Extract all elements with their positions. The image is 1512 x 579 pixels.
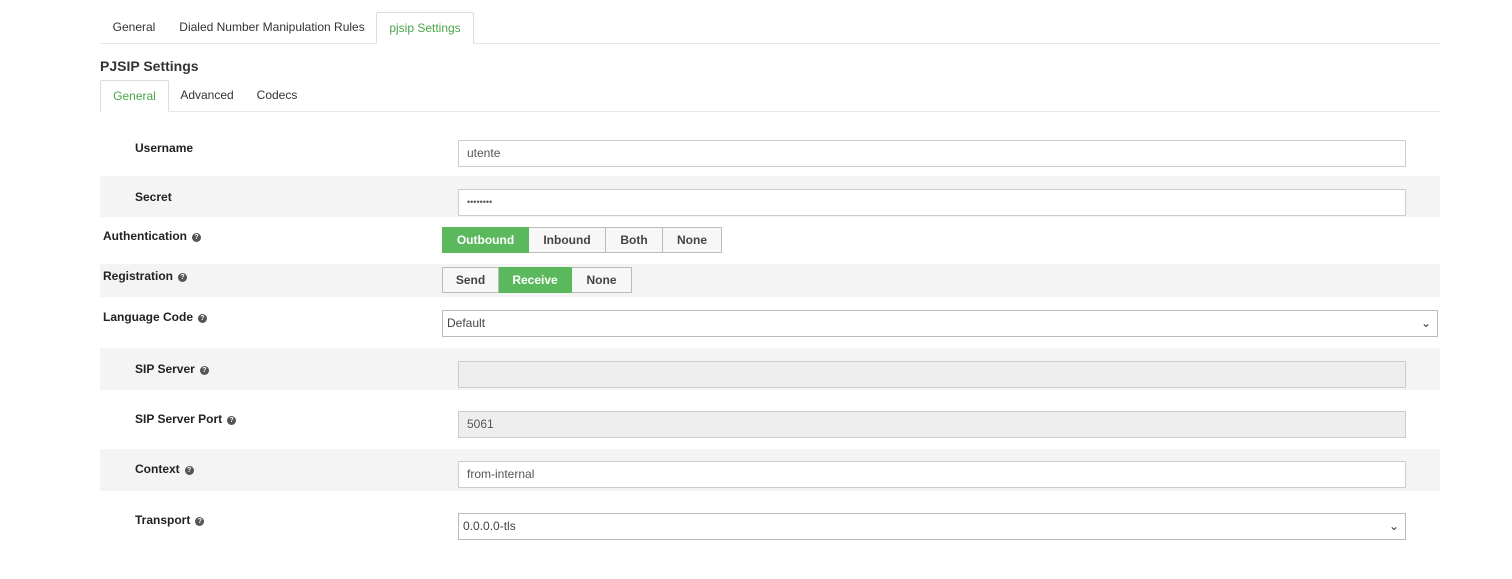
- sip-server-label: SIP Server?: [135, 362, 209, 376]
- tab-dialed-number-manipulation-rules[interactable]: Dialed Number Manipulation Rules: [168, 12, 376, 43]
- question-circle-icon[interactable]: ?: [227, 416, 237, 425]
- authentication-both-button[interactable]: Both: [606, 227, 663, 253]
- subtab-codecs[interactable]: Codecs: [245, 80, 309, 111]
- context-input[interactable]: from-internal: [458, 461, 1406, 488]
- context-label: Context?: [135, 462, 194, 476]
- registration-send-button[interactable]: Send: [442, 267, 499, 293]
- authentication-inbound-button[interactable]: Inbound: [529, 227, 606, 253]
- chevron-down-icon: ⌄: [1388, 519, 1399, 533]
- authentication-outbound-button[interactable]: Outbound: [442, 227, 529, 253]
- subtab-advanced[interactable]: Advanced: [169, 80, 245, 111]
- username-input[interactable]: utente: [458, 140, 1406, 167]
- question-circle-icon[interactable]: ?: [199, 366, 209, 375]
- question-circle-icon[interactable]: ?: [192, 233, 201, 242]
- registration-button-group: Send Receive None: [442, 267, 632, 293]
- sub-tab-bar: General Advanced Codecs: [100, 80, 1440, 112]
- language-code-value: Default: [447, 316, 486, 330]
- authentication-button-group: Outbound Inbound Both None: [442, 227, 722, 253]
- authentication-label: Authentication?: [103, 229, 201, 243]
- transport-value: 0.0.0.0-tls: [463, 519, 516, 533]
- tab-general[interactable]: General: [100, 12, 168, 43]
- sip-server-input: [458, 361, 1406, 388]
- subtab-general[interactable]: General: [100, 80, 169, 112]
- section-title: PJSIP Settings: [100, 58, 199, 74]
- question-circle-icon[interactable]: ?: [178, 273, 188, 282]
- language-code-select[interactable]: Default ⌄: [442, 310, 1438, 337]
- transport-label: Transport?: [135, 513, 205, 527]
- sip-server-port-input: 5061: [458, 411, 1406, 438]
- sip-server-port-label: SIP Server Port?: [135, 412, 237, 426]
- registration-receive-button[interactable]: Receive: [499, 267, 572, 293]
- question-circle-icon[interactable]: ?: [198, 314, 208, 323]
- language-code-label: Language Code?: [103, 310, 208, 324]
- registration-label: Registration?: [103, 269, 188, 283]
- tab-pjsip-settings[interactable]: pjsip Settings: [376, 12, 474, 44]
- secret-input[interactable]: ••••••••: [458, 189, 1406, 216]
- chevron-down-icon: ⌄: [1420, 316, 1431, 330]
- question-circle-icon[interactable]: ?: [195, 517, 205, 526]
- row-shade-registration: [100, 264, 1440, 297]
- secret-label: Secret: [135, 190, 172, 204]
- top-tab-bar: General Dialed Number Manipulation Rules…: [100, 12, 1440, 44]
- registration-none-button[interactable]: None: [572, 267, 632, 293]
- username-label: Username: [135, 141, 194, 155]
- transport-select[interactable]: 0.0.0.0-tls ⌄: [458, 513, 1406, 540]
- authentication-none-button[interactable]: None: [663, 227, 722, 253]
- question-circle-icon[interactable]: ?: [184, 466, 194, 475]
